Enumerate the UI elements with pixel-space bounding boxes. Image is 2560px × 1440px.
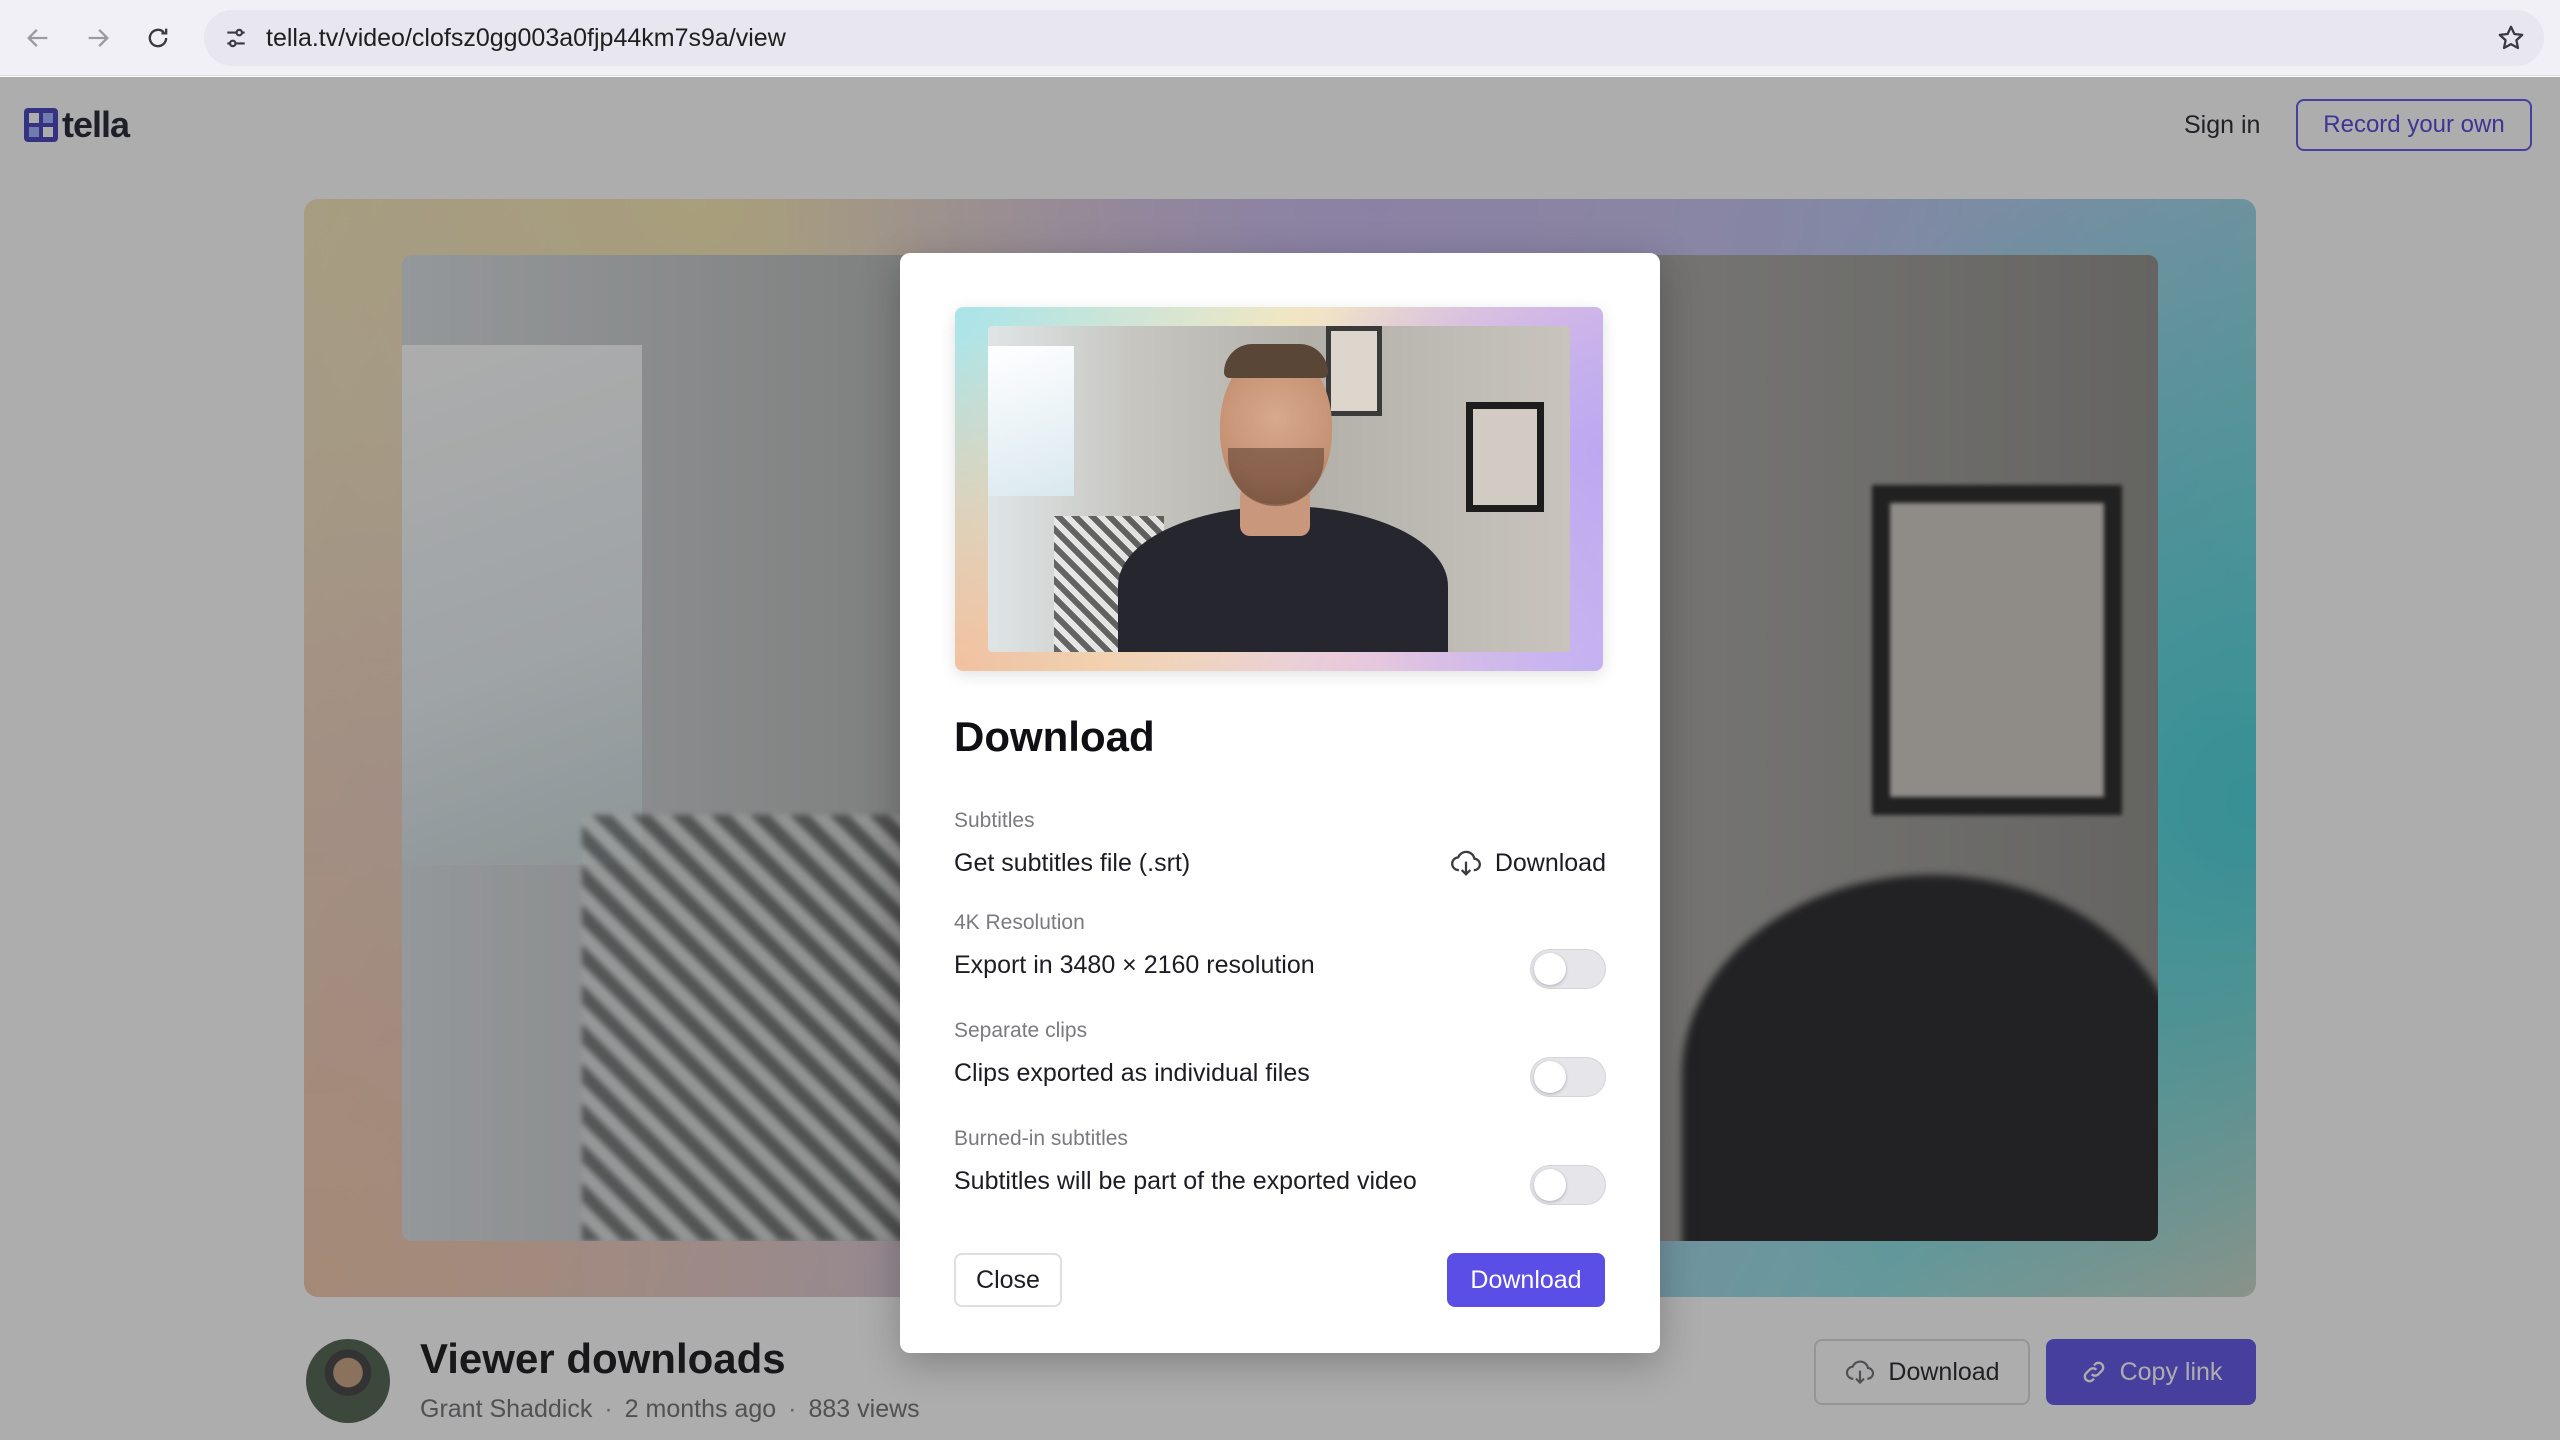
separate-clips-toggle[interactable] xyxy=(1530,1057,1606,1097)
tune-icon[interactable] xyxy=(218,20,254,56)
modal-title: Download xyxy=(954,713,1155,760)
video-thumbnail xyxy=(988,326,1570,652)
arrow-right-icon xyxy=(88,29,109,47)
thumb-picture-frame xyxy=(1326,326,1382,416)
modal-download-button[interactable]: Download xyxy=(1447,1253,1605,1307)
back-button[interactable] xyxy=(14,14,62,62)
video-thumbnail-frame xyxy=(955,307,1603,671)
cloud-download-icon xyxy=(1450,850,1481,876)
star-icon[interactable] xyxy=(2492,19,2530,57)
close-button[interactable]: Close xyxy=(954,1253,1062,1307)
separate-clips-row-text: Clips exported as individual files xyxy=(954,1059,1310,1087)
4k-row-text: Export in 3480 × 2160 resolution xyxy=(954,951,1315,979)
thumb-window xyxy=(988,346,1074,496)
toggle-knob xyxy=(1534,1169,1566,1201)
section-label-subtitles: Subtitles xyxy=(954,809,1035,832)
download-modal: Download Subtitles Get subtitles file (.… xyxy=(900,253,1660,1353)
section-label-burned-in: Burned-in subtitles xyxy=(954,1127,1128,1150)
subtitles-download-label: Download xyxy=(1494,848,1606,877)
section-label-4k: 4K Resolution xyxy=(954,911,1085,934)
address-bar[interactable]: tella.tv/video/clofsz0gg003a0fjp44km7s9a… xyxy=(204,10,2544,66)
section-label-separate-clips: Separate clips xyxy=(954,1019,1088,1042)
thumb-person-hair xyxy=(1224,344,1328,378)
toggle-knob xyxy=(1534,953,1566,985)
forward-button[interactable] xyxy=(74,14,122,62)
thumb-picture-frame xyxy=(1466,402,1544,512)
arrow-left-icon xyxy=(27,29,48,47)
4k-resolution-toggle[interactable] xyxy=(1530,949,1606,989)
subtitles-row-text: Get subtitles file (.srt) xyxy=(954,849,1191,877)
reload-icon xyxy=(148,28,168,48)
burned-in-row-text: Subtitles will be part of the exported v… xyxy=(954,1167,1417,1195)
page: tella Sign in Record your own Viewer dow… xyxy=(0,77,2560,1440)
burned-in-subtitles-toggle[interactable] xyxy=(1530,1165,1606,1205)
toggle-knob xyxy=(1534,1061,1566,1093)
browser-toolbar: tella.tv/video/clofsz0gg003a0fjp44km7s9a… xyxy=(0,0,2560,76)
reload-button[interactable] xyxy=(134,14,182,62)
url-text[interactable]: tella.tv/video/clofsz0gg003a0fjp44km7s9a… xyxy=(266,24,786,53)
subtitles-download-button[interactable]: Download xyxy=(1449,845,1606,881)
